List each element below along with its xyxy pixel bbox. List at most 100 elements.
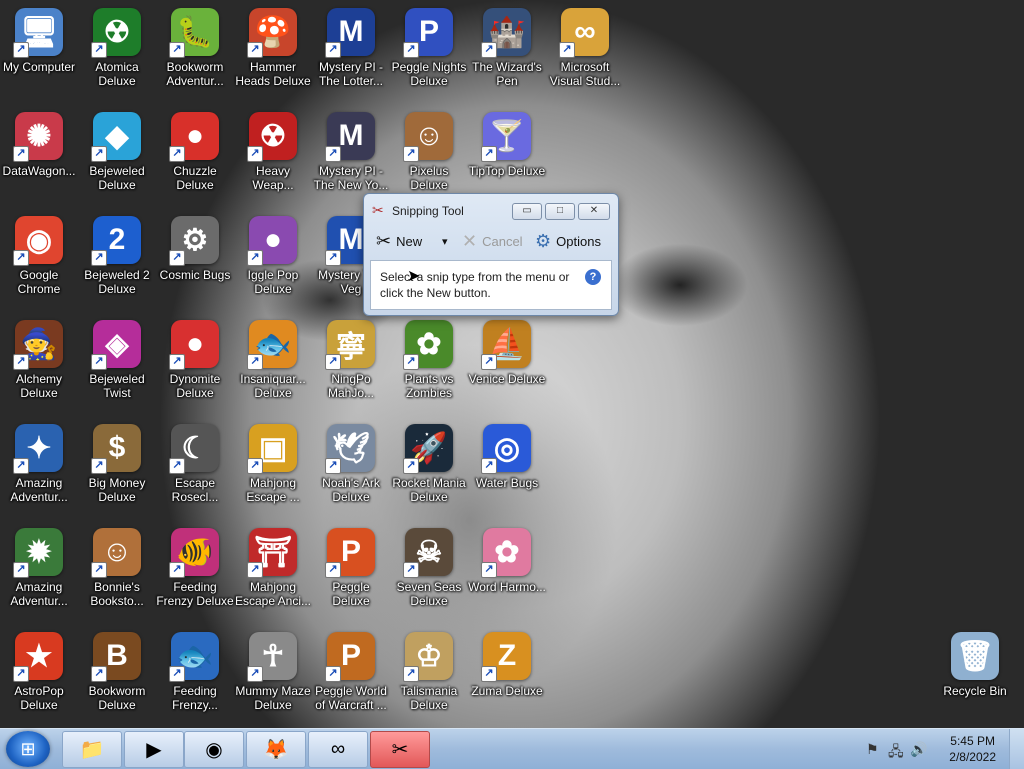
bejeweled-twist-icon[interactable]: ◈ ↗ Bejeweled Twist — [78, 316, 156, 420]
dynomite-icon-art: ● ↗ — [169, 320, 219, 370]
shortcut-arrow-icon: ↗ — [13, 146, 29, 162]
mummy-maze-icon-art: ☥ ↗ — [247, 632, 297, 682]
recycle-bin-art-icon: 🗑 — [951, 632, 999, 680]
taskbar-snipping-tool-button[interactable]: ✂ — [370, 731, 430, 768]
word-harmony-icon[interactable]: ✿ ↗ Word Harmo... — [468, 524, 546, 628]
mahjong-escape-icon[interactable]: ▣ ↗ Mahjong Escape ... — [234, 420, 312, 524]
astropop-icon[interactable]: ★ ↗ AstroPop Deluxe — [0, 628, 78, 728]
amazing-adventures-1-icon[interactable]: ✦ ↗ Amazing Adventur... — [0, 420, 78, 524]
talismania-icon[interactable]: ♔ ↗ Talismania Deluxe — [390, 628, 468, 728]
peggle-nights-icon[interactable]: P ↗ Peggle Nights Deluxe — [390, 4, 468, 108]
shortcut-arrow-icon: ↗ — [169, 354, 185, 370]
desktop-icon-label: Amazing Adventur... — [10, 476, 68, 504]
taskbar-chrome-button[interactable]: ◉ — [184, 731, 244, 768]
cancel-button[interactable]: ✕ Cancel — [462, 226, 523, 256]
shortcut-arrow-icon: ↗ — [481, 146, 497, 162]
atomica-icon[interactable]: ☢ ↗ Atomica Deluxe — [78, 4, 156, 108]
rocket-mania-icon[interactable]: 🚀 ↗ Rocket Mania Deluxe — [390, 420, 468, 524]
venice-icon[interactable]: ⛵ ↗ Venice Deluxe — [468, 316, 546, 420]
taskbar-explorer-button[interactable]: 📁 — [62, 731, 122, 768]
computer-icon-art: 🖥 ↗ — [13, 8, 63, 58]
window-titlebar[interactable]: ✂ Snipping Tool ▭ □ ✕ — [364, 194, 618, 224]
new-snip-button[interactable]: ✂ New — [376, 226, 422, 256]
noahs-ark-icon[interactable]: 🕊 ↗ Noah's Ark Deluxe — [312, 420, 390, 524]
big-money-icon[interactable]: $ ↗ Big Money Deluxe — [78, 420, 156, 524]
bookworm-icon-art: B ↗ — [91, 632, 141, 682]
taskbar-visual-studio-button[interactable]: ∞ — [308, 731, 368, 768]
taskbar-media-player-button[interactable]: ▶ — [124, 731, 184, 768]
bookworm-adventures-icon-art: 🐛 ↗ — [169, 8, 219, 58]
bonnies-bookstore-icon[interactable]: ☺ ↗ Bonnie's Booksto... — [78, 524, 156, 628]
media-player-icon: ▶ — [146, 739, 162, 761]
desktop-icon-label: Feeding Frenzy Deluxe — [156, 580, 234, 608]
desktop-icon-label: Rocket Mania Deluxe — [392, 476, 466, 504]
bejeweled-icon[interactable]: ◆ ↗ Bejeweled Deluxe — [78, 108, 156, 212]
bookworm-adventures-icon[interactable]: 🐛 ↗ Bookworm Adventur... — [156, 4, 234, 108]
new-snip-dropdown[interactable]: ▾ — [442, 226, 448, 256]
alchemy-icon-art: 🧙 ↗ — [13, 320, 63, 370]
ningpo-mahjong-icon[interactable]: 寧 ↗ NingPo MahJo... — [312, 316, 390, 420]
taskbar: ⊞ 📁 ▶ ◉ 🦊 ∞ ✂ ⚑ 🖧 🔊 5:45 PM 2/8/2022 — [0, 728, 1024, 769]
desktop-icon-label: TipTop Deluxe — [468, 164, 546, 178]
bejeweled-2-icon-art: 2 ↗ — [91, 216, 141, 266]
escape-rosecliff-icon-art: ☾ ↗ — [169, 424, 219, 474]
options-label: Options — [556, 233, 601, 249]
computer-icon[interactable]: 🖥 ↗ My Computer — [0, 4, 78, 108]
action-center-icon[interactable]: ⚑ — [866, 741, 879, 758]
hammer-heads-icon[interactable]: 🍄 ↗ Hammer Heads Deluxe — [234, 4, 312, 108]
shortcut-arrow-icon: ↗ — [169, 250, 185, 266]
mahjong-escape-ancient-icon-art: ⛩ ↗ — [247, 528, 297, 578]
escape-rosecliff-icon[interactable]: ☾ ↗ Escape Rosecl... — [156, 420, 234, 524]
snipping-toolbar: ✂ New ▾ ✕ Cancel ⚙ Options — [372, 226, 610, 256]
bookworm-icon[interactable]: B ↗ Bookworm Deluxe — [78, 628, 156, 728]
dynomite-icon[interactable]: ● ↗ Dynomite Deluxe — [156, 316, 234, 420]
water-bugs-icon[interactable]: ◎ ↗ Water Bugs — [468, 420, 546, 524]
feeding-frenzy-2-icon[interactable]: 🐟 ↗ Feeding Frenzy... — [156, 628, 234, 728]
volume-icon[interactable]: 🔊 — [910, 741, 927, 758]
clock[interactable]: 5:45 PM 2/8/2022 — [949, 733, 996, 765]
network-icon[interactable]: 🖧 — [888, 741, 904, 765]
help-icon[interactable]: ? — [585, 269, 601, 285]
mystery-pi-lottery-icon[interactable]: M ↗ Mystery PI - The Lotter... — [312, 4, 390, 108]
visual-studio-icon[interactable]: ∞ ↗ Microsoft Visual Stud... — [546, 4, 624, 108]
datawagon-icon[interactable]: ✺ ↗ DataWagon... — [0, 108, 78, 212]
iggle-pop-icon[interactable]: ● ↗ Iggle Pop Deluxe — [234, 212, 312, 316]
shortcut-arrow-icon: ↗ — [325, 666, 341, 682]
shortcut-arrow-icon: ↗ — [13, 666, 29, 682]
recycle-bin-icon[interactable]: 🗑 Recycle Bin — [936, 628, 1014, 728]
shortcut-arrow-icon: ↗ — [169, 562, 185, 578]
wizards-pen-icon[interactable]: 🏰 ↗ The Wizard's Pen — [468, 4, 546, 108]
shortcut-arrow-icon: ↗ — [247, 458, 263, 474]
system-tray: ⚑ 🖧 🔊 5:45 PM 2/8/2022 — [854, 729, 1024, 769]
peggle-wow-icon[interactable]: P ↗ Peggle World of Warcraft ... — [312, 628, 390, 728]
alchemy-icon[interactable]: 🧙 ↗ Alchemy Deluxe — [0, 316, 78, 420]
feeding-frenzy-icon[interactable]: 🐠 ↗ Feeding Frenzy Deluxe — [156, 524, 234, 628]
close-button[interactable]: ✕ — [578, 203, 610, 220]
show-desktop-button[interactable] — [1009, 729, 1024, 769]
options-button[interactable]: ⚙ Options — [535, 226, 601, 256]
mummy-maze-icon[interactable]: ☥ ↗ Mummy Maze Deluxe — [234, 628, 312, 728]
desktop-icon-label: Bejeweled Twist — [89, 372, 145, 400]
chrome-icon-art: ◉ ↗ — [13, 216, 63, 266]
maximize-button[interactable]: □ — [545, 203, 575, 220]
taskbar-firefox-button[interactable]: 🦊 — [246, 731, 306, 768]
desktop-icon-label: Mahjong Escape ... — [246, 476, 300, 504]
chrome-icon[interactable]: ◉ ↗ Google Chrome — [0, 212, 78, 316]
shortcut-arrow-icon: ↗ — [325, 250, 341, 266]
heavy-weapon-icon[interactable]: ☢ ↗ Heavy Weap... — [234, 108, 312, 212]
start-button[interactable]: ⊞ — [6, 731, 50, 767]
shortcut-arrow-icon: ↗ — [403, 562, 419, 578]
peggle-icon[interactable]: P ↗ Peggle Deluxe — [312, 524, 390, 628]
plants-vs-zombies-icon[interactable]: ✿ ↗ Plants vs Zombies — [390, 316, 468, 420]
amazing-adventures-2-icon[interactable]: ✹ ↗ Amazing Adventur... — [0, 524, 78, 628]
shortcut-arrow-icon: ↗ — [91, 562, 107, 578]
cosmic-bugs-icon[interactable]: ⚙ ↗ Cosmic Bugs — [156, 212, 234, 316]
minimize-button[interactable]: ▭ — [512, 203, 542, 220]
insaniquarium-icon[interactable]: 🐟 ↗ Insaniquar... Deluxe — [234, 316, 312, 420]
shortcut-arrow-icon: ↗ — [13, 458, 29, 474]
chuzzle-icon[interactable]: ● ↗ Chuzzle Deluxe — [156, 108, 234, 212]
seven-seas-icon[interactable]: ☠ ↗ Seven Seas Deluxe — [390, 524, 468, 628]
bejeweled-2-icon[interactable]: 2 ↗ Bejeweled 2 Deluxe — [78, 212, 156, 316]
mahjong-escape-ancient-icon[interactable]: ⛩ ↗ Mahjong Escape Anci... — [234, 524, 312, 628]
zuma-icon[interactable]: Z ↗ Zuma Deluxe — [468, 628, 546, 728]
